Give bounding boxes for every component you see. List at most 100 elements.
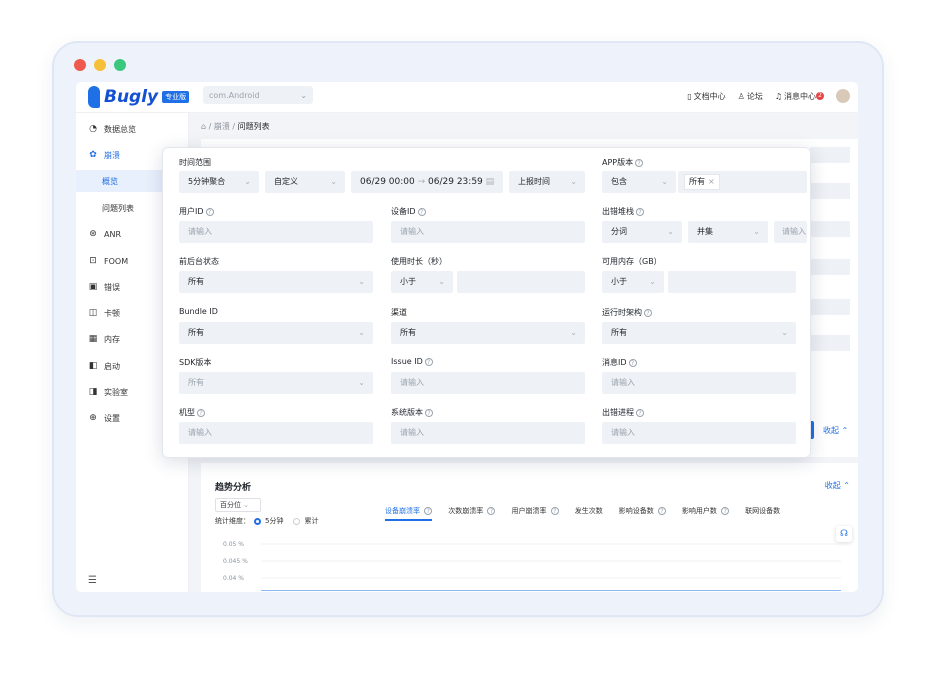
close-icon[interactable]: × [708,177,715,186]
os-version-label: 系统版本? [391,407,433,418]
headset-icon[interactable]: ☊ [836,526,852,542]
app-version-tags[interactable]: 所有 × [678,171,807,193]
time-type-select[interactable]: 上报时间 ⌄ [509,171,585,193]
forum-label: 论坛 [746,91,763,101]
bell-icon: ♫ [774,91,782,101]
breadcrumb-crash[interactable]: 崩溃 [214,122,230,131]
stack-split-select[interactable]: 分词 ⌄ [602,221,682,243]
trend-collapse-link[interactable]: 收起 ⌃ [825,480,850,491]
forum-link[interactable]: ♙ 论坛 [738,91,763,102]
duration-op: 小于 [400,277,416,286]
docs-link[interactable]: ▯ 文档中心 [687,91,725,102]
top-nav: ▯ 文档中心 ♙ 论坛 ♫ 消息中心 2 [687,89,850,103]
app-version-op: 包含 [611,177,627,186]
issue-id-input[interactable]: 请输入 [391,372,585,394]
percentile-select[interactable]: 百分位 ⌄ [215,498,261,512]
anr-icon: ⊛ [89,229,97,239]
bugly-bird-icon [88,86,100,108]
sidebar-item-label: ANR [104,229,122,239]
tab-count-crash-rate[interactable]: 次数崩溃率 ? [448,506,496,521]
help-icon: ? [417,207,426,216]
tab-label: 影响设备数 [618,507,654,515]
time-range-label: 时间范围 [179,158,211,167]
foom-icon: ⊡ [89,256,97,266]
channel-value: 所有 [400,328,416,337]
minimize-dot[interactable] [94,59,106,71]
messages-link[interactable]: ♫ 消息中心 2 [775,91,824,102]
label-text: APP版本 [602,158,634,167]
filter-popup: 时间范围 5分钟聚合 ⌄ 自定义 ⌄ 06/29 00:00 → 06/29 23:… [162,147,811,458]
home-icon[interactable]: ⌂ [201,122,206,131]
percentile-value: 百分位 [220,501,241,509]
stack-split-value: 分词 [611,227,627,236]
window-controls [74,59,126,71]
model-input[interactable]: 请输入 [179,422,373,444]
radio-5min[interactable] [254,517,261,525]
duration-input[interactable] [457,271,585,293]
process-input[interactable]: 请输入 [602,422,796,444]
msg-id-input[interactable]: 请输入 [602,372,796,394]
sidebar-item-overview[interactable]: ◔ 数据总览 [76,118,188,140]
time-mode-value: 自定义 [274,177,298,186]
stack-join-value: 并集 [697,227,713,236]
sidebar-item-label: 启动 [104,361,120,371]
tab-online-devices[interactable]: 联网设备数 [745,506,780,521]
sdk-value: 所有 [188,378,204,387]
avatar[interactable] [836,89,850,103]
app-selector[interactable]: com.Android ⌄ [203,86,313,104]
chevron-down-icon: ⌄ [667,227,674,236]
stack-join-select[interactable]: 并集 ⌄ [688,221,768,243]
sdk-label: SDK版本 [179,358,212,367]
tab-affected-users[interactable]: 影响用户数 ? [682,506,730,521]
chevron-up-icon: ⌃ [841,426,849,435]
help-icon: ? [197,408,205,417]
memory-op-select[interactable]: 小于 ⌄ [602,271,664,293]
tab-device-crash-rate[interactable]: 设备崩溃率 ? [385,506,433,521]
collapse-filter-link[interactable]: 收起 ⌃ [823,425,848,436]
help-icon: ? [628,358,637,367]
ghost-field [810,335,850,351]
maximize-dot[interactable] [114,59,126,71]
trend-chart [261,543,841,591]
user-id-input[interactable]: 请输入 [179,221,373,243]
sidebar-item-label: 实验室 [104,387,128,397]
bundle-select[interactable]: 所有 ⌄ [179,322,373,344]
date-range-picker[interactable]: 06/29 00:00 → 06/29 23:59 ▤ [351,171,503,193]
tab-label: 发生次数 [574,507,603,515]
fg-bg-select[interactable]: 所有 ⌄ [179,271,373,293]
memory-icon: ▦ [88,334,98,344]
app-version-op-select[interactable]: 包含 ⌄ [602,171,676,193]
time-type-value: 上报时间 [518,177,550,186]
memory-input[interactable] [668,271,796,293]
edition-badge: 专业版 [162,91,190,103]
time-mode-select[interactable]: 自定义 ⌄ [265,171,345,193]
help-icon: ? [636,408,644,417]
app-version-label: APP版本? [602,157,644,168]
crash-icon: ✿ [89,150,97,160]
aggregation-select[interactable]: 5分钟聚合 ⌄ [179,171,259,193]
memory-label: 可用内存（GB） [602,257,662,266]
sidebar-item-label: 设置 [104,413,120,423]
tab-affected-devices[interactable]: 影响设备数 ? [619,506,666,521]
dim-label: 统计维度： [215,517,250,525]
close-dot[interactable] [74,59,86,71]
chevron-down-icon: ⌄ [753,227,760,236]
logo[interactable]: Bugly 专业版 [88,86,190,108]
tab-occurrences[interactable]: 发生次数 [575,506,603,521]
help-icon: ? [425,408,433,417]
radio-cumulative[interactable] [293,517,301,525]
arch-select[interactable]: 所有 ⌄ [602,322,796,344]
sdk-select[interactable]: 所有 ⌄ [179,372,373,394]
duration-op-select[interactable]: 小于 ⌄ [391,271,453,293]
sidebar-item-label: 问题列表 [102,203,134,213]
os-version-input[interactable]: 请输入 [391,422,585,444]
stack-input[interactable]: 请输入 [774,221,807,243]
help-icon: ? [550,507,559,515]
collapse-sidebar-icon[interactable]: ☰ [88,575,97,586]
y-tick-label: 0.05 % [223,541,244,548]
channel-select[interactable]: 所有 ⌄ [391,322,585,344]
user-id-label: 用户ID? [179,206,214,217]
device-id-input[interactable]: 请输入 [391,221,585,243]
tab-user-crash-rate[interactable]: 用户崩溃率 ? [511,506,559,521]
calendar-icon: ▤ [485,177,495,187]
